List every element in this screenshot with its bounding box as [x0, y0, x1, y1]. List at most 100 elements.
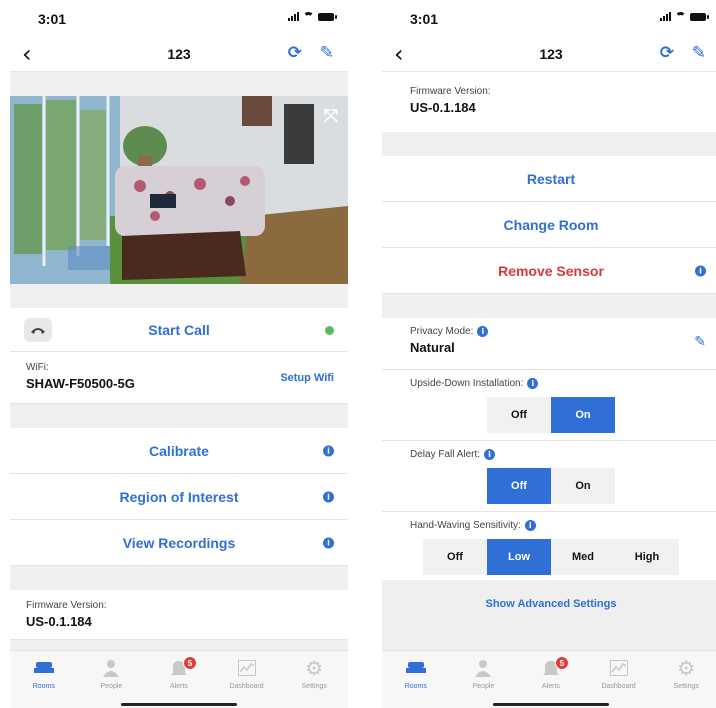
status-bar: 3:01 — [382, 0, 716, 36]
hand-waving-label-row: Hand-Waving Sensitivity: i — [410, 520, 692, 531]
tab-settings[interactable]: ⚙ Settings — [280, 651, 348, 708]
section-gap — [10, 404, 348, 428]
section-gap — [10, 72, 348, 96]
info-icon[interactable]: i — [323, 491, 334, 502]
upside-down-label: Upside-Down Installation: — [410, 378, 524, 390]
tab-dashboard[interactable]: Dashboard — [585, 651, 653, 708]
section-gap — [382, 294, 716, 318]
nav-bar: ‹ 123 ⟳ ✎ — [382, 36, 716, 72]
home-indicator — [493, 703, 609, 706]
phone-screen-left: 3:01 ‹ 123 ⟳ ✎ ⤧ Start Call WiFi: SHAW-F… — [10, 0, 348, 708]
chart-icon — [608, 659, 630, 677]
tab-label: Alerts — [542, 683, 560, 690]
cellular-signal-icon — [288, 12, 299, 21]
tab-people[interactable]: People — [78, 651, 146, 708]
calibrate-row[interactable]: Calibrate i — [10, 428, 348, 474]
privacy-mode-row[interactable]: Privacy Mode: i Natural ✎ — [382, 318, 716, 370]
start-call-row[interactable]: Start Call — [10, 308, 348, 352]
status-time: 3:01 — [38, 11, 67, 27]
sensitivity-off-option[interactable]: Off — [423, 539, 487, 576]
phone-screen-right: 3:01 ‹ 123 ⟳ ✎ Firmware Version: US-0.1.… — [382, 0, 716, 708]
tab-settings[interactable]: ⚙ Settings — [652, 651, 716, 708]
edit-pencil-icon[interactable]: ✎ — [692, 43, 706, 63]
firmware-version: US-0.1.184 — [26, 614, 92, 629]
tab-bar: Rooms People 5 Alerts Dashboard ⚙ Settin… — [10, 650, 348, 708]
upside-down-on-option[interactable]: On — [551, 397, 615, 434]
person-icon — [100, 659, 122, 677]
status-icons — [660, 12, 709, 21]
remove-sensor-row[interactable]: Remove Sensor i — [382, 248, 716, 294]
sensitivity-low-option[interactable]: Low — [487, 539, 551, 576]
refresh-icon[interactable]: ⟳ — [288, 43, 302, 63]
tab-people[interactable]: People — [450, 651, 518, 708]
section-gap — [382, 132, 716, 156]
info-icon[interactable]: i — [695, 265, 706, 276]
remove-sensor-button[interactable]: Remove Sensor — [382, 248, 716, 293]
tab-label: Rooms — [404, 683, 427, 690]
change-room-row[interactable]: Change Room — [382, 202, 716, 248]
section-gap — [10, 566, 348, 590]
edit-pencil-icon[interactable]: ✎ — [694, 334, 706, 350]
view-recordings-row[interactable]: View Recordings i — [10, 520, 348, 566]
info-icon[interactable]: i — [527, 378, 539, 389]
wifi-row: WiFi: SHAW-F50500-5G Setup Wifi — [10, 352, 348, 404]
delay-fall-row: Delay Fall Alert: i Off On — [382, 441, 716, 512]
restart-row[interactable]: Restart — [382, 156, 716, 202]
alerts-badge: 5 — [554, 656, 569, 670]
tab-rooms[interactable]: Rooms — [382, 651, 450, 708]
info-icon[interactable]: i — [477, 326, 489, 337]
tab-alerts[interactable]: 5 Alerts — [517, 651, 585, 708]
edit-pencil-icon[interactable]: ✎ — [320, 43, 334, 63]
refresh-icon[interactable]: ⟳ — [660, 43, 674, 63]
battery-icon — [318, 13, 337, 21]
gear-icon: ⚙ — [305, 656, 324, 680]
camera-feed-image — [10, 96, 348, 284]
firmware-label: Firmware Version: — [410, 86, 491, 97]
firmware-version: US-0.1.184 — [410, 100, 476, 115]
wifi-signal-icon — [303, 12, 314, 21]
upside-down-off-option[interactable]: Off — [487, 397, 551, 434]
tab-label: Dashboard — [601, 683, 636, 690]
expand-fullscreen-icon[interactable]: ⤧ — [324, 106, 338, 127]
privacy-mode-label: Privacy Mode: — [410, 326, 474, 338]
region-of-interest-row[interactable]: Region of Interest i — [10, 474, 348, 520]
bell-icon: 5 — [168, 656, 197, 677]
home-indicator — [121, 703, 237, 706]
tab-alerts[interactable]: 5 Alerts — [145, 651, 213, 708]
phone-handset-icon — [24, 318, 52, 342]
delay-fall-on-option[interactable]: On — [551, 468, 615, 505]
tab-rooms[interactable]: Rooms — [10, 651, 78, 708]
info-icon[interactable]: i — [323, 445, 334, 456]
info-icon[interactable]: i — [524, 520, 536, 531]
tab-label: Dashboard — [229, 683, 264, 690]
start-call-button[interactable]: Start Call — [10, 308, 348, 352]
gear-icon: ⚙ — [677, 656, 696, 680]
nav-bar: ‹ 123 ⟳ ✎ — [10, 36, 348, 72]
privacy-mode-label-row: Privacy Mode: i — [410, 326, 692, 337]
camera-feed[interactable]: ⤧ — [10, 96, 348, 284]
delay-fall-off-option[interactable]: Off — [487, 468, 551, 505]
firmware-row: Firmware Version: US-0.1.184 — [10, 590, 348, 640]
restart-button[interactable]: Restart — [382, 156, 716, 201]
bed-icon — [33, 659, 55, 677]
info-icon[interactable]: i — [323, 537, 334, 548]
tab-dashboard[interactable]: Dashboard — [213, 651, 281, 708]
hand-waving-row: Hand-Waving Sensitivity: i Off Low Med Hi… — [382, 512, 716, 580]
firmware-label: Firmware Version: — [26, 600, 107, 611]
region-of-interest-button[interactable]: Region of Interest — [10, 474, 348, 519]
sensitivity-med-option[interactable]: Med — [551, 539, 615, 576]
tab-bar: Rooms People 5 Alerts Dashboard ⚙ Settin… — [382, 650, 716, 708]
change-room-button[interactable]: Change Room — [382, 202, 716, 247]
cellular-signal-icon — [660, 12, 671, 21]
online-status-dot — [325, 326, 334, 335]
info-icon[interactable]: i — [484, 449, 496, 460]
tab-label: Settings — [673, 683, 699, 690]
show-advanced-settings-link[interactable]: Show Advanced Settings — [485, 598, 616, 610]
calibrate-button[interactable]: Calibrate — [10, 428, 348, 473]
setup-wifi-link[interactable]: Setup Wifi — [280, 372, 334, 384]
status-icons — [288, 12, 337, 21]
view-recordings-button[interactable]: View Recordings — [10, 520, 348, 565]
sensitivity-high-option[interactable]: High — [615, 539, 679, 576]
firmware-row: Firmware Version: US-0.1.184 — [382, 72, 716, 132]
battery-icon — [690, 13, 709, 21]
